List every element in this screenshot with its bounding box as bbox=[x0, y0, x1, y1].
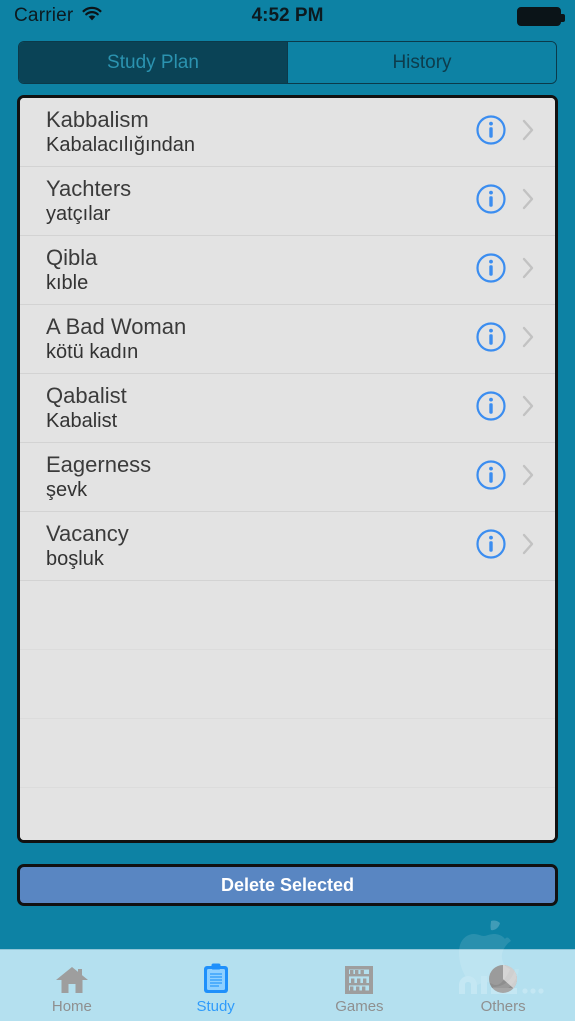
word-list[interactable]: Kabbalism Kabalacılığından Yachters yatç… bbox=[17, 95, 558, 843]
row-text: Yachters yatçılar bbox=[46, 176, 475, 227]
abacus-icon bbox=[342, 961, 376, 995]
tab-study-plan-label: Study Plan bbox=[107, 51, 199, 73]
row-text: Qabalist Kabalist bbox=[46, 383, 475, 434]
row-accessories bbox=[475, 114, 535, 151]
table-row[interactable]: Kabbalism Kabalacılığından bbox=[20, 98, 555, 167]
row-word: A Bad Woman bbox=[46, 313, 187, 339]
row-text: Qibla kıble bbox=[46, 245, 475, 296]
tab-bar-item-others-label: Others bbox=[480, 997, 526, 1015]
tab-bar-item-games[interactable]: Games bbox=[288, 950, 432, 1021]
app-screen: Carrier 4:52 PM Study Plan History Kabba… bbox=[0, 0, 575, 1021]
row-accessories bbox=[475, 528, 535, 565]
row-text: Eagerness şevk bbox=[46, 452, 475, 503]
status-bar: Carrier 4:52 PM bbox=[0, 0, 575, 32]
tab-bar-item-home[interactable]: Home bbox=[0, 950, 144, 1021]
info-circle-icon[interactable] bbox=[475, 183, 507, 220]
table-row[interactable]: Vacancy boşluk bbox=[20, 512, 555, 581]
table-row[interactable]: Yachters yatçılar bbox=[20, 167, 555, 236]
row-translation: boşluk bbox=[46, 547, 104, 570]
row-translation: şevk bbox=[46, 478, 88, 501]
chevron-right-icon[interactable] bbox=[521, 463, 535, 492]
table-row[interactable]: Eagerness şevk bbox=[20, 443, 555, 512]
info-circle-icon[interactable] bbox=[475, 252, 507, 289]
chevron-right-icon[interactable] bbox=[521, 532, 535, 561]
table-row[interactable]: Qabalist Kabalist bbox=[20, 374, 555, 443]
chevron-right-icon[interactable] bbox=[521, 187, 535, 216]
row-translation: yatçılar bbox=[46, 202, 111, 225]
row-accessories bbox=[475, 390, 535, 427]
delete-button-container: Delete Selected bbox=[0, 843, 575, 906]
segmented-control-container: Study Plan History bbox=[0, 32, 575, 95]
delete-selected-button[interactable]: Delete Selected bbox=[17, 864, 558, 906]
pie-chart-icon bbox=[487, 961, 519, 995]
row-word: Vacancy bbox=[46, 520, 129, 546]
row-word: Eagerness bbox=[46, 451, 152, 477]
row-accessories bbox=[475, 183, 535, 220]
status-bar-right bbox=[517, 6, 565, 26]
tab-bar-item-study[interactable]: Study bbox=[144, 950, 288, 1021]
info-circle-icon[interactable] bbox=[475, 114, 507, 151]
list-item-empty bbox=[20, 719, 555, 788]
tab-bar-item-study-label: Study bbox=[196, 997, 235, 1015]
delete-selected-label: Delete Selected bbox=[220, 874, 355, 895]
row-text: Vacancy boşluk bbox=[46, 521, 475, 572]
row-word: Kabbalism bbox=[46, 106, 149, 132]
table-row[interactable]: A Bad Woman kötü kadın bbox=[20, 305, 555, 374]
row-text: A Bad Woman kötü kadın bbox=[46, 314, 475, 365]
row-word: Qibla bbox=[46, 244, 98, 270]
row-word: Yachters bbox=[46, 175, 132, 201]
row-accessories bbox=[475, 459, 535, 496]
row-accessories bbox=[475, 252, 535, 289]
info-circle-icon[interactable] bbox=[475, 321, 507, 358]
row-translation: Kabalist bbox=[46, 409, 118, 432]
tab-bar-item-home-label: Home bbox=[51, 997, 92, 1015]
row-translation: kötü kadın bbox=[46, 340, 139, 363]
tab-history[interactable]: History bbox=[288, 42, 556, 83]
list-item-empty bbox=[20, 788, 555, 840]
tab-bar-item-others[interactable]: Others bbox=[431, 950, 575, 1021]
tab-bar-item-games-label: Games bbox=[335, 997, 384, 1015]
list-item-empty bbox=[20, 650, 555, 719]
chevron-right-icon[interactable] bbox=[521, 325, 535, 354]
house-icon bbox=[55, 961, 89, 995]
chevron-right-icon[interactable] bbox=[521, 394, 535, 423]
row-translation: kıble bbox=[46, 271, 89, 294]
table-row[interactable]: Qibla kıble bbox=[20, 236, 555, 305]
status-bar-left: Carrier bbox=[14, 5, 103, 27]
wifi-icon bbox=[81, 6, 103, 27]
list-item-empty bbox=[20, 581, 555, 650]
info-circle-icon[interactable] bbox=[475, 459, 507, 496]
row-word: Qabalist bbox=[46, 382, 127, 408]
tab-study-plan[interactable]: Study Plan bbox=[19, 42, 288, 83]
chevron-right-icon[interactable] bbox=[521, 118, 535, 147]
carrier-label: Carrier bbox=[14, 5, 74, 26]
row-accessories bbox=[475, 321, 535, 358]
tab-bar: Home Study Games Others bbox=[0, 949, 575, 1021]
info-circle-icon[interactable] bbox=[475, 528, 507, 565]
chevron-right-icon[interactable] bbox=[521, 256, 535, 285]
tab-history-label: History bbox=[392, 51, 452, 73]
info-circle-icon[interactable] bbox=[475, 390, 507, 427]
row-text: Kabbalism Kabalacılığından bbox=[46, 107, 475, 158]
row-translation: Kabalacılığından bbox=[46, 133, 196, 156]
segmented-control[interactable]: Study Plan History bbox=[18, 41, 557, 84]
battery-full-icon bbox=[517, 6, 565, 26]
clipboard-icon bbox=[201, 961, 231, 995]
